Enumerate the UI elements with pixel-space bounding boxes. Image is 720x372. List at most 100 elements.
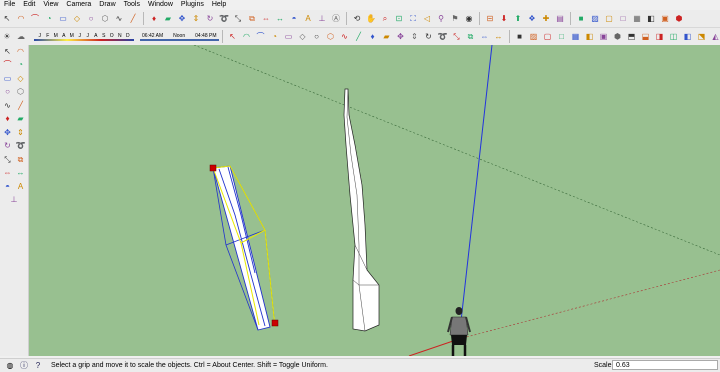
paint-icon[interactable]: ♦ bbox=[2, 113, 14, 125]
push-pull-icon[interactable]: ⇕ bbox=[409, 31, 421, 43]
freehand-icon[interactable]: ∿ bbox=[2, 100, 14, 112]
scale-grip-bottom[interactable] bbox=[272, 320, 278, 326]
protractor-icon[interactable]: ◓ bbox=[288, 13, 300, 25]
tape-icon[interactable]: ⇔ bbox=[260, 13, 272, 25]
tape-icon[interactable]: ⇔ bbox=[2, 167, 14, 179]
axes-icon[interactable]: ⊥ bbox=[8, 194, 20, 206]
circle-icon[interactable]: ○ bbox=[85, 13, 97, 25]
back-icon[interactable]: ◫ bbox=[668, 31, 680, 43]
menu-file[interactable]: File bbox=[0, 0, 19, 10]
axes-icon[interactable]: ⊥ bbox=[316, 13, 328, 25]
previous-icon[interactable]: ◁ bbox=[421, 13, 433, 25]
arrow-icon[interactable]: ↖ bbox=[227, 31, 239, 43]
rotate-icon[interactable]: ↻ bbox=[2, 140, 14, 152]
move-icon[interactable]: ✥ bbox=[395, 31, 407, 43]
paint-icon[interactable]: ♦ bbox=[148, 13, 160, 25]
bottom-icon[interactable]: ⬔ bbox=[696, 31, 708, 43]
offset-icon[interactable]: ⧉ bbox=[246, 13, 258, 25]
back-edges-icon[interactable]: ▣ bbox=[598, 31, 610, 43]
text-icon[interactable]: A bbox=[15, 181, 27, 193]
drawing-viewport[interactable] bbox=[29, 45, 720, 356]
menu-plugins[interactable]: Plugins bbox=[177, 0, 208, 10]
top-icon[interactable]: ⬒ bbox=[626, 31, 638, 43]
rotated-rect-icon[interactable]: ◇ bbox=[71, 13, 83, 25]
offset-icon[interactable]: ⧉ bbox=[465, 31, 477, 43]
polygon-icon[interactable]: ⬡ bbox=[99, 13, 111, 25]
follow-me-icon[interactable]: ➰ bbox=[15, 140, 27, 152]
rotate-icon[interactable]: ↻ bbox=[423, 31, 435, 43]
hidden-icon[interactable]: □ bbox=[617, 13, 629, 25]
polygon-icon[interactable]: ⬡ bbox=[325, 31, 337, 43]
wire-icon[interactable]: ▢ bbox=[603, 13, 615, 25]
menu-edit[interactable]: Edit bbox=[19, 0, 39, 10]
tape-icon[interactable]: ⇔ bbox=[479, 31, 491, 43]
follow-me-icon[interactable]: ➰ bbox=[437, 31, 449, 43]
iso-icon[interactable]: ⬢ bbox=[612, 31, 624, 43]
shaded-tex-icon[interactable]: ▦ bbox=[631, 13, 643, 25]
eraser-icon[interactable]: ▰ bbox=[15, 113, 27, 125]
rotated-rect-icon[interactable]: ◇ bbox=[297, 31, 309, 43]
iso-icon[interactable]: ⬢ bbox=[673, 13, 685, 25]
offset-icon[interactable]: ⧉ bbox=[15, 154, 27, 166]
geo-location-icon[interactable]: ◍ bbox=[4, 360, 16, 372]
menu-window[interactable]: Window bbox=[144, 0, 177, 10]
position-camera-icon[interactable]: ⚲ bbox=[435, 13, 447, 25]
move-icon[interactable]: ✥ bbox=[176, 13, 188, 25]
menu-tools[interactable]: Tools bbox=[120, 0, 144, 10]
move-icon[interactable]: ✥ bbox=[2, 127, 14, 139]
rectangle-icon[interactable]: ▭ bbox=[283, 31, 295, 43]
protractor-icon[interactable]: ◓ bbox=[2, 181, 14, 193]
xray-icon[interactable]: ▨ bbox=[528, 31, 540, 43]
wire-icon[interactable]: ▢ bbox=[542, 31, 554, 43]
shaded-tex-icon[interactable]: ▦ bbox=[570, 31, 582, 43]
hidden-icon[interactable]: □ bbox=[556, 31, 568, 43]
push-pull-icon[interactable]: ⇕ bbox=[190, 13, 202, 25]
scale-icon[interactable]: ⤡ bbox=[232, 13, 244, 25]
back-edges-icon[interactable]: ▣ bbox=[659, 13, 671, 25]
info-icon[interactable]: ⓘ bbox=[18, 360, 30, 372]
zoom-extents-icon[interactable]: ⛶ bbox=[407, 13, 419, 25]
line-icon[interactable]: ╱ bbox=[15, 100, 27, 112]
eraser-icon[interactable]: ▰ bbox=[381, 31, 393, 43]
rectangle-icon[interactable]: ▭ bbox=[57, 13, 69, 25]
right-icon[interactable]: ◨ bbox=[654, 31, 666, 43]
component-icon[interactable]: ❖ bbox=[526, 13, 538, 25]
scale-icon[interactable]: ⤡ bbox=[451, 31, 463, 43]
instructor-icon[interactable]: ? bbox=[32, 360, 44, 372]
xray-icon[interactable]: ▨ bbox=[589, 13, 601, 25]
shadow-month-slider[interactable]: JFMAMJJASOND bbox=[34, 33, 134, 41]
layout-icon[interactable]: ▤ bbox=[554, 13, 566, 25]
shaded-icon[interactable]: ■ bbox=[514, 31, 526, 43]
left-icon[interactable]: ◧ bbox=[682, 31, 694, 43]
arc-icon[interactable]: ◠ bbox=[15, 13, 27, 25]
dimension-icon[interactable]: ↔ bbox=[274, 13, 286, 25]
scale-icon[interactable]: ⤡ bbox=[2, 154, 14, 166]
arc-2point-icon[interactable]: ⌒ bbox=[255, 31, 267, 43]
menu-camera[interactable]: Camera bbox=[62, 0, 95, 10]
circle-icon[interactable]: ○ bbox=[311, 31, 323, 43]
line-icon[interactable]: ╱ bbox=[353, 31, 365, 43]
measurements-box[interactable]: 0.63 bbox=[612, 360, 718, 370]
3dw-get-icon[interactable]: ⬇ bbox=[498, 13, 510, 25]
pie-icon[interactable]: ◔ bbox=[269, 31, 281, 43]
3d-text-icon[interactable]: Ⓐ bbox=[330, 13, 342, 25]
shadow-time-slider[interactable]: 06:42 AM Noon 04:48 PM bbox=[140, 33, 219, 41]
dimension-icon[interactable]: ↔ bbox=[15, 167, 27, 179]
menu-view[interactable]: View bbox=[39, 0, 62, 10]
scaled-sculpture-selection[interactable] bbox=[210, 165, 278, 330]
menu-help[interactable]: Help bbox=[208, 0, 230, 10]
arrow-icon[interactable]: ↖ bbox=[2, 46, 14, 58]
rotate-icon[interactable]: ↻ bbox=[204, 13, 216, 25]
arc-icon[interactable]: ◠ bbox=[15, 46, 27, 58]
rectangle-icon[interactable]: ▭ bbox=[2, 73, 14, 85]
orbit-icon[interactable]: ⟲ bbox=[351, 13, 363, 25]
arc-2point-icon[interactable]: ⌒ bbox=[2, 59, 14, 71]
zoom-icon[interactable]: ⌕ bbox=[379, 13, 391, 25]
polygon-icon[interactable]: ⬡ bbox=[15, 86, 27, 98]
extension-icon[interactable]: ✚ bbox=[540, 13, 552, 25]
tall-sculpture[interactable] bbox=[344, 89, 379, 331]
follow-me-icon[interactable]: ➰ bbox=[218, 13, 230, 25]
scale-grip-top[interactable] bbox=[210, 165, 216, 171]
menu-draw[interactable]: Draw bbox=[95, 0, 119, 10]
section-icon[interactable]: ⊟ bbox=[484, 13, 496, 25]
